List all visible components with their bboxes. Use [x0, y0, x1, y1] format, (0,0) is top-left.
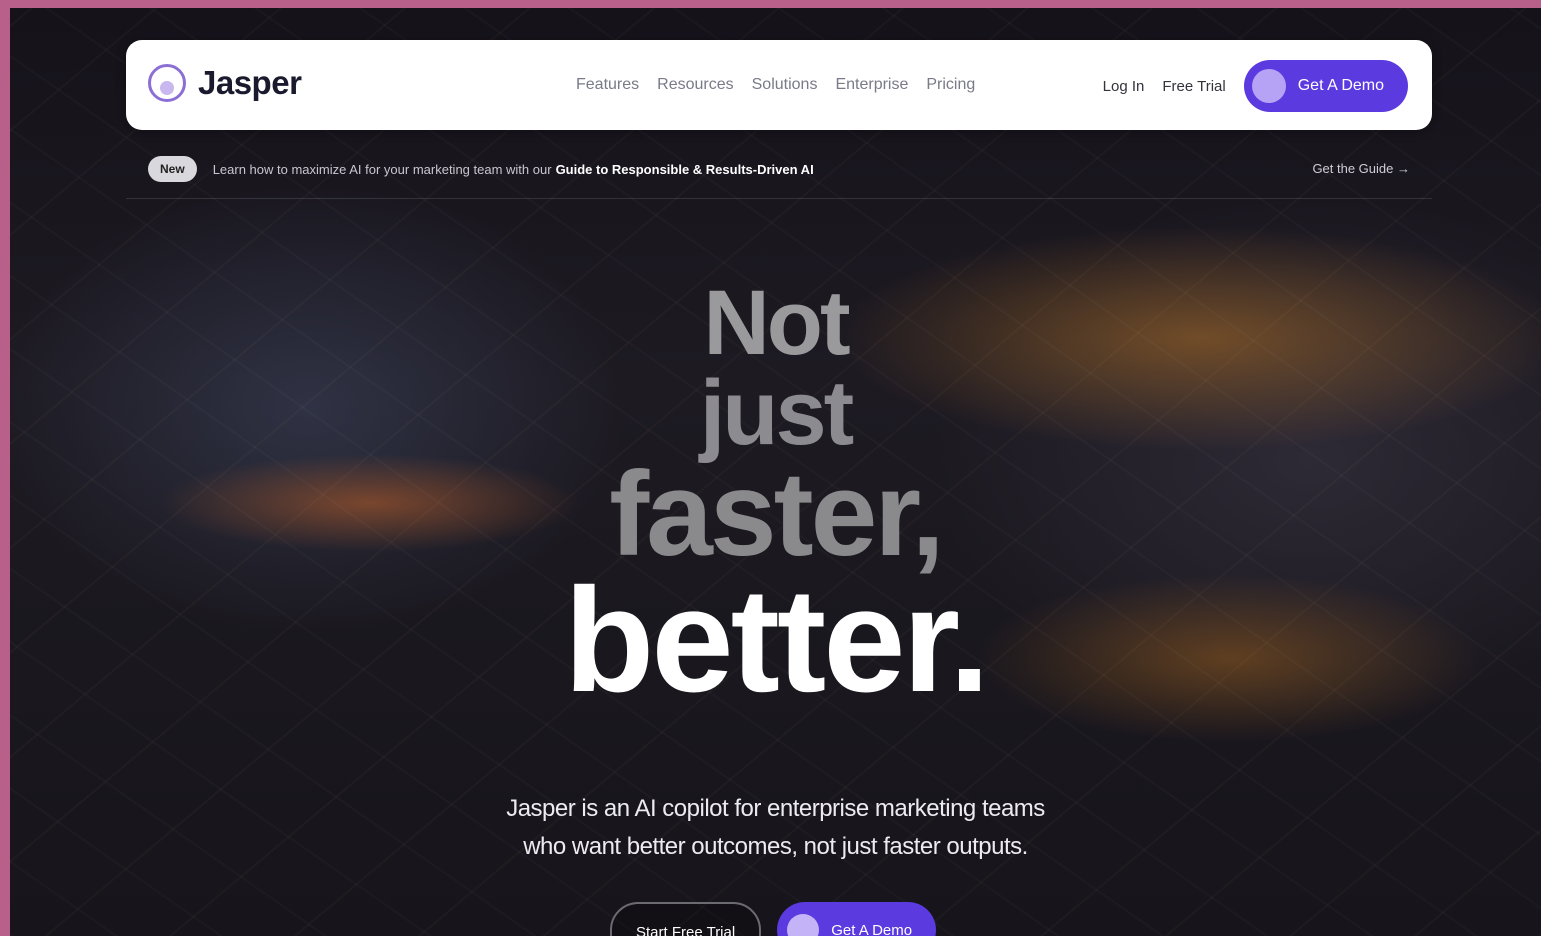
nav-link-pricing[interactable]: Pricing — [926, 76, 975, 94]
hero-get-demo-button[interactable]: Get A Demo — [777, 902, 937, 936]
announcement-bar: New Learn how to maximize AI for your ma… — [148, 154, 1410, 184]
divider — [126, 198, 1432, 199]
subtitle-line-1: Jasper is an AI copilot for enterprise m… — [506, 795, 1045, 822]
login-link[interactable]: Log In — [1103, 78, 1145, 95]
nav-link-features[interactable]: Features — [576, 76, 639, 94]
free-trial-link[interactable]: Free Trial — [1162, 78, 1225, 95]
hero-get-demo-label: Get A Demo — [831, 921, 913, 936]
get-demo-button[interactable]: Get A Demo — [1243, 60, 1408, 112]
hero-subtitle: Jasper is an AI copilot for enterprise m… — [10, 790, 1541, 866]
hero-line-not: Not — [703, 272, 850, 374]
nav-actions: Log In Free Trial Get A Demo — [1103, 60, 1408, 112]
hero-line-just: just — [699, 362, 855, 465]
get-guide-link[interactable]: Get the Guide → — [1312, 161, 1410, 176]
start-free-trial-button[interactable]: Start Free Trial — [610, 902, 762, 936]
navbar: Jasper Features Resources Solutions Ente… — [126, 40, 1432, 130]
hero-cta-row: Start Free Trial Get A Demo — [610, 902, 937, 936]
nav-link-resources[interactable]: Resources — [657, 76, 733, 94]
hero-line-better: better. — [563, 557, 990, 723]
nav-links: Features Resources Solutions Enterprise … — [576, 76, 975, 94]
avatar-icon — [787, 914, 820, 936]
new-badge: New — [148, 156, 197, 182]
get-demo-label: Get A Demo — [1297, 77, 1384, 94]
hero-heading: Not just faster, better. — [10, 272, 1541, 723]
hero-line-faster: faster, — [609, 447, 945, 582]
avatar-icon — [1251, 69, 1286, 103]
logo[interactable]: Jasper — [148, 64, 302, 102]
announcement-text: Learn how to maximize AI for your market… — [212, 161, 552, 177]
announcement-guide-link[interactable]: Guide to Responsible & Results-Driven AI — [556, 162, 814, 177]
subtitle-line-2: who want better outcomes, not just faste… — [523, 833, 1028, 860]
nav-link-solutions[interactable]: Solutions — [752, 76, 818, 94]
jasper-logo-icon — [148, 64, 186, 102]
nav-link-enterprise[interactable]: Enterprise — [835, 76, 908, 94]
hero-section: Jasper Features Resources Solutions Ente… — [10, 8, 1541, 936]
logo-text: Jasper — [198, 64, 302, 101]
